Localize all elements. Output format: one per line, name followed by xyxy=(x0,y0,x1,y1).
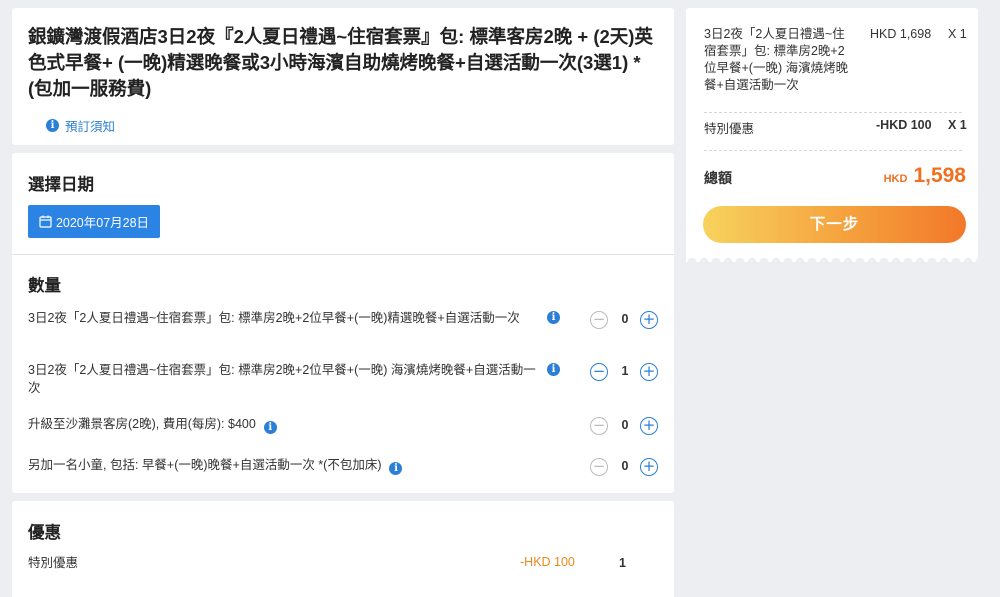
booking-notice-link[interactable]: i 預訂須知 xyxy=(46,116,115,135)
minus-circle-icon[interactable]: − xyxy=(590,417,608,435)
booking-options-card: 選擇日期 2020年07月28日 數量 3日2夜「2人夏日禮遇~住宿套票」包: … xyxy=(12,153,674,493)
summary-discount-name: 特別優惠 xyxy=(704,122,755,136)
quantity-item-label-wrap: 升級至沙灘景客房(2晚), 費用(每房): $400 i xyxy=(28,415,548,434)
summary-item-name: 3日2夜「2人夏日禮遇~住宿套票」包: 標準房2晚+2位早餐+(一晚) 海濱燒烤… xyxy=(704,27,849,92)
discount-section-title: 優惠 xyxy=(28,524,61,542)
next-step-button[interactable]: 下一步 xyxy=(703,206,966,243)
total-amount: HKD 1,598 xyxy=(884,164,966,188)
section-divider xyxy=(12,254,674,255)
quantity-stepper: − 0 + xyxy=(590,458,658,478)
minus-circle-icon[interactable]: − xyxy=(590,311,608,329)
plus-circle-icon[interactable]: + xyxy=(640,311,658,329)
order-summary-card: 3日2夜「2人夏日禮遇~住宿套票」包: 標準房2晚+2位早餐+(一晚) 海濱燒烤… xyxy=(686,8,978,252)
total-value: 1,598 xyxy=(913,164,966,187)
product-title-card: 銀鑛灣渡假酒店3日2夜『2人夏日禮遇~住宿套票』包: 標準客房2晚 + (2天)… xyxy=(12,8,674,145)
minus-circle-icon[interactable]: − xyxy=(590,363,608,381)
discount-card: 優惠 特別優惠 -HKD 100 1 xyxy=(12,501,674,597)
total-currency: HKD xyxy=(883,173,908,185)
total-label: 總額 xyxy=(704,170,732,186)
info-icon[interactable]: i xyxy=(547,363,560,376)
discount-quantity: 1 xyxy=(619,556,626,570)
info-icon[interactable]: i xyxy=(547,311,560,324)
info-icon[interactable]: i xyxy=(389,462,403,475)
quantity-stepper: − 0 + xyxy=(590,417,658,437)
quantity-section-title: 數量 xyxy=(28,277,61,295)
summary-discount-qty: X 1 xyxy=(948,118,967,132)
quantity-value: 0 xyxy=(621,312,629,326)
summary-divider xyxy=(704,150,962,151)
calendar-icon xyxy=(39,215,52,228)
date-picker-button[interactable]: 2020年07月28日 xyxy=(28,205,160,238)
booking-notice-label: 預訂須知 xyxy=(65,120,116,134)
product-title: 銀鑛灣渡假酒店3日2夜『2人夏日禮遇~住宿套票』包: 標準客房2晚 + (2天)… xyxy=(28,26,653,99)
minus-circle-icon[interactable]: − xyxy=(590,458,608,476)
summary-ticket-edge xyxy=(686,252,978,262)
quantity-value: 0 xyxy=(621,459,629,473)
summary-discount-price: -HKD 100 xyxy=(876,118,932,132)
quantity-item-label: 另加一名小童, 包括: 早餐+(一晚)晚餐+自選活動一次 *(不包加床) xyxy=(28,458,382,472)
summary-item-price: HKD 1,698 xyxy=(870,27,932,41)
plus-circle-icon[interactable]: + xyxy=(640,458,658,476)
plus-circle-icon[interactable]: + xyxy=(640,417,658,435)
quantity-value: 1 xyxy=(621,364,629,378)
summary-item-qty: X 1 xyxy=(948,27,967,41)
info-icon[interactable]: i xyxy=(263,421,277,434)
quantity-item-label: 升級至沙灘景客房(2晚), 費用(每房): $400 xyxy=(28,417,256,431)
quantity-item-label-wrap: 另加一名小童, 包括: 早餐+(一晚)晚餐+自選活動一次 *(不包加床) i xyxy=(28,456,548,475)
discount-label: 特別優惠 xyxy=(28,556,79,570)
plus-circle-icon[interactable]: + xyxy=(640,363,658,381)
quantity-value: 0 xyxy=(621,418,629,432)
selected-date: 2020年07月28日 xyxy=(55,216,150,230)
quantity-item-label: 3日2夜「2人夏日禮遇~住宿套票」包: 標準房2晚+2位早餐+(一晚)精選晚餐+… xyxy=(28,311,520,325)
quantity-stepper: − 1 + xyxy=(590,363,658,383)
date-section-title: 選擇日期 xyxy=(28,176,94,194)
quantity-stepper: − 0 + xyxy=(590,311,658,331)
summary-divider xyxy=(704,112,962,113)
info-icon: i xyxy=(46,119,59,132)
quantity-item-label: 3日2夜「2人夏日禮遇~住宿套票」包: 標準房2晚+2位早餐+(一晚) 海濱燒烤… xyxy=(28,363,536,395)
discount-amount: -HKD 100 xyxy=(520,555,575,569)
